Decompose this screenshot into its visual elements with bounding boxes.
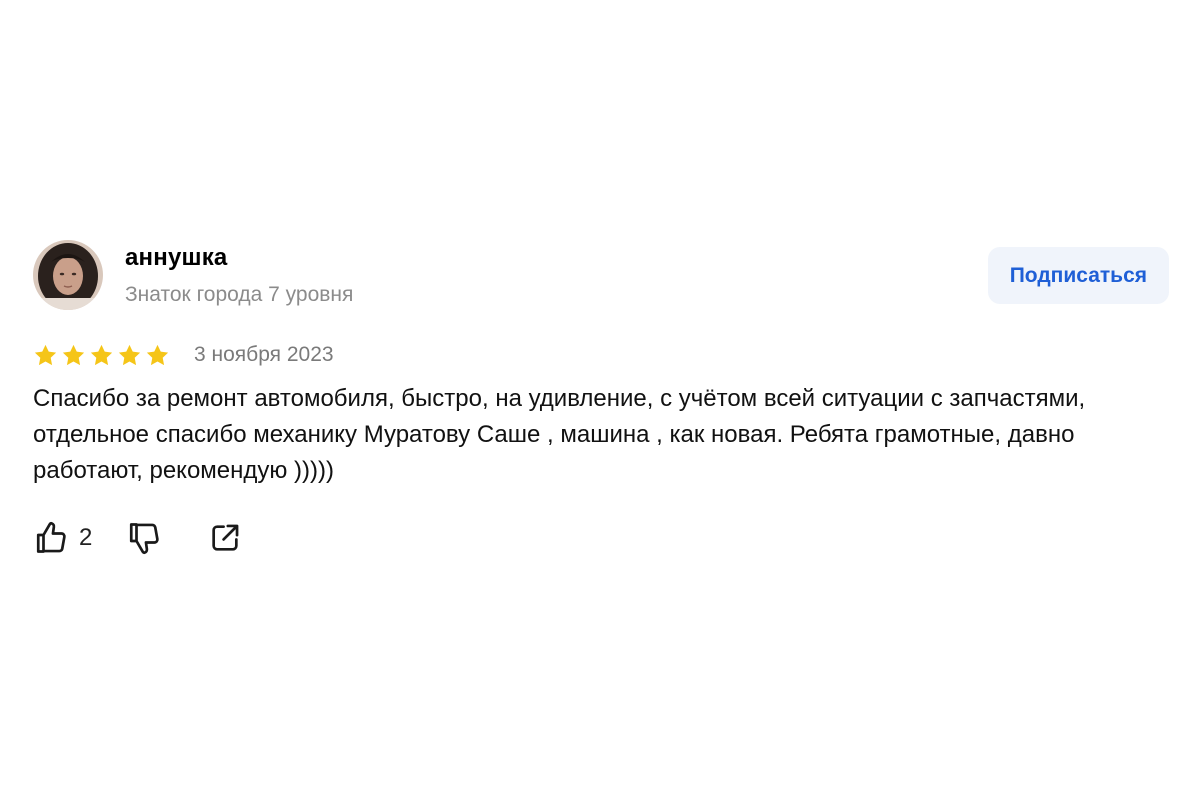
like-button[interactable]: 2: [33, 520, 92, 556]
thumbs-down-icon: [130, 523, 160, 555]
star-icon: [34, 344, 57, 365]
avatar-photo: [33, 240, 103, 310]
author-name[interactable]: аннушка: [125, 244, 227, 272]
avatar[interactable]: [33, 240, 103, 310]
dislike-button[interactable]: [126, 520, 162, 556]
review-meta: 3 ноября 2023: [33, 339, 334, 371]
review-card: аннушка Знаток города 7 уровня Подписать…: [33, 240, 1173, 555]
review-text: Спасибо за ремонт автомобиля, быстро, на…: [33, 385, 1086, 484]
review-actions: 2: [33, 520, 242, 556]
star-icon: [90, 344, 113, 365]
share-button[interactable]: [208, 521, 242, 555]
review-date: 3 ноября 2023: [194, 343, 334, 366]
star-icon: [146, 344, 169, 365]
author-level: Знаток города 7 уровня: [125, 283, 354, 306]
thumbs-up-icon: [36, 521, 66, 553]
rating-stars: [33, 343, 170, 368]
star-icon: [118, 344, 141, 365]
review-header: аннушка Знаток города 7 уровня Подписать…: [33, 240, 1173, 312]
like-count: 2: [79, 524, 93, 551]
subscribe-button[interactable]: Подписаться: [987, 247, 1169, 304]
star-icon: [62, 344, 85, 365]
share-icon: [212, 524, 239, 551]
